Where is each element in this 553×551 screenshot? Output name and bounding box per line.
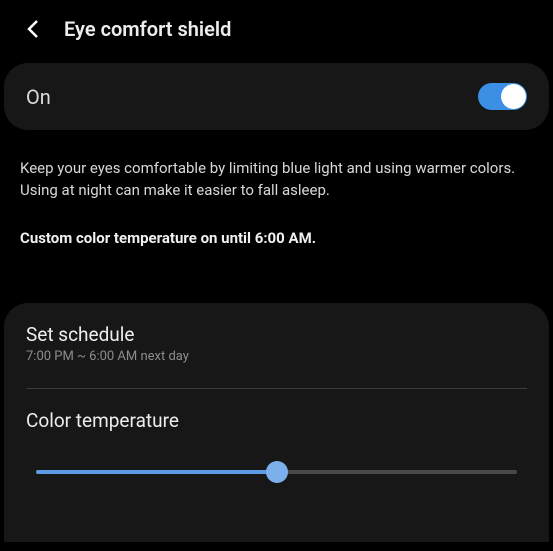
info-status: Custom color temperature on until 6:00 A…: [20, 228, 533, 249]
set-schedule-row[interactable]: Set schedule 7:00 PM ~ 6:00 AM next day: [4, 303, 549, 376]
back-icon[interactable]: [22, 18, 44, 40]
info-section: Keep your eyes comfortable by limiting b…: [0, 130, 553, 281]
settings-card: Set schedule 7:00 PM ~ 6:00 AM next day …: [4, 303, 549, 542]
toggle-card: On: [4, 63, 549, 130]
color-temperature-section: Color temperature: [4, 389, 549, 512]
toggle-label: On: [26, 85, 51, 109]
color-temp-title: Color temperature: [26, 409, 527, 432]
slider-thumb[interactable]: [266, 461, 288, 483]
eye-comfort-toggle[interactable]: [478, 83, 527, 110]
toggle-row: On: [4, 63, 549, 130]
info-description: Keep your eyes comfortable by limiting b…: [20, 158, 533, 202]
page-title: Eye comfort shield: [64, 17, 231, 41]
schedule-range: 7:00 PM ~ 6:00 AM next day: [26, 349, 527, 364]
slider-fill: [36, 470, 277, 474]
schedule-title: Set schedule: [26, 323, 527, 346]
header: Eye comfort shield: [0, 0, 553, 58]
toggle-thumb: [501, 84, 526, 109]
color-temp-slider[interactable]: [36, 462, 517, 482]
